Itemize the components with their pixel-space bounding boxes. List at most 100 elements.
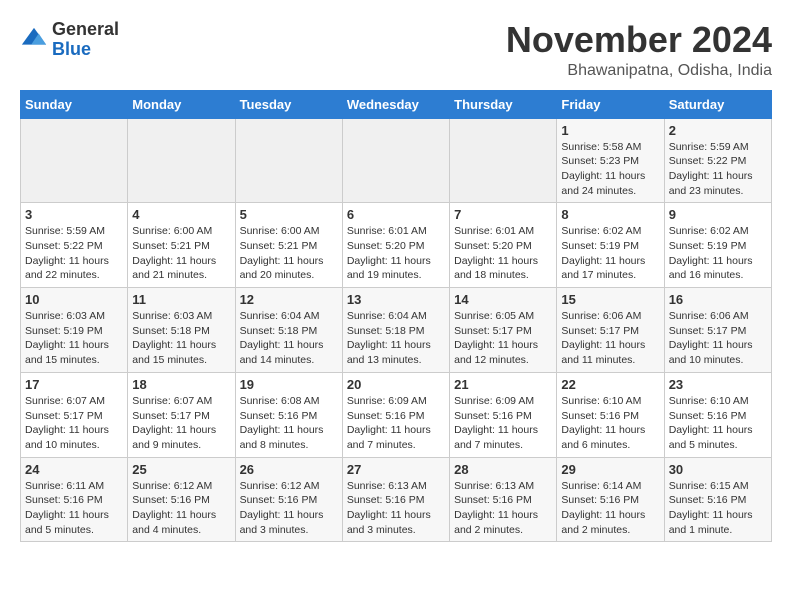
day-number: 15 <box>561 292 659 307</box>
day-number: 10 <box>25 292 123 307</box>
day-number: 11 <box>132 292 230 307</box>
day-number: 5 <box>240 207 338 222</box>
calendar-cell: 8 Sunrise: 6:02 AM Sunset: 5:19 PM Daylig… <box>557 203 664 288</box>
day-number: 30 <box>669 462 767 477</box>
day-number: 14 <box>454 292 552 307</box>
calendar-cell: 5 Sunrise: 6:00 AM Sunset: 5:21 PM Daylig… <box>235 203 342 288</box>
day-info: Sunrise: 5:59 AM Sunset: 5:22 PM Dayligh… <box>669 140 767 199</box>
page-header: General Blue November 2024 Bhawanipatna,… <box>20 20 772 80</box>
day-number: 4 <box>132 207 230 222</box>
day-info: Sunrise: 6:10 AM Sunset: 5:16 PM Dayligh… <box>561 394 659 453</box>
calendar-cell <box>128 118 235 203</box>
day-info: Sunrise: 6:04 AM Sunset: 5:18 PM Dayligh… <box>240 309 338 368</box>
day-info: Sunrise: 6:10 AM Sunset: 5:16 PM Dayligh… <box>669 394 767 453</box>
calendar-header-saturday: Saturday <box>664 90 771 118</box>
day-number: 29 <box>561 462 659 477</box>
day-number: 17 <box>25 377 123 392</box>
day-info: Sunrise: 6:00 AM Sunset: 5:21 PM Dayligh… <box>240 224 338 283</box>
day-number: 26 <box>240 462 338 477</box>
calendar-cell: 12 Sunrise: 6:04 AM Sunset: 5:18 PM Dayli… <box>235 288 342 373</box>
calendar-cell: 19Sunrise: 6:08 AM Sunset: 5:16 PM Dayli… <box>235 372 342 457</box>
day-info: Sunrise: 6:11 AM Sunset: 5:16 PM Dayligh… <box>25 479 123 538</box>
calendar-cell: 26 Sunrise: 6:12 AM Sunset: 5:16 PM Dayli… <box>235 457 342 542</box>
day-number: 13 <box>347 292 445 307</box>
calendar-cell: 13 Sunrise: 6:04 AM Sunset: 5:18 PM Dayli… <box>342 288 449 373</box>
day-info: Sunrise: 6:07 AM Sunset: 5:17 PM Dayligh… <box>132 394 230 453</box>
day-info: Sunrise: 6:12 AM Sunset: 5:16 PM Dayligh… <box>240 479 338 538</box>
day-number: 24 <box>25 462 123 477</box>
title-block: November 2024 Bhawanipatna, Odisha, Indi… <box>506 20 772 80</box>
day-info: Sunrise: 6:06 AM Sunset: 5:17 PM Dayligh… <box>561 309 659 368</box>
day-info: Sunrise: 6:09 AM Sunset: 5:16 PM Dayligh… <box>347 394 445 453</box>
day-info: Sunrise: 6:14 AM Sunset: 5:16 PM Dayligh… <box>561 479 659 538</box>
day-number: 6 <box>347 207 445 222</box>
calendar-cell: 6 Sunrise: 6:01 AM Sunset: 5:20 PM Daylig… <box>342 203 449 288</box>
calendar-header-row: SundayMondayTuesdayWednesdayThursdayFrid… <box>21 90 772 118</box>
day-info: Sunrise: 6:07 AM Sunset: 5:17 PM Dayligh… <box>25 394 123 453</box>
calendar-cell <box>450 118 557 203</box>
day-info: Sunrise: 6:01 AM Sunset: 5:20 PM Dayligh… <box>454 224 552 283</box>
calendar-cell: 14 Sunrise: 6:05 AM Sunset: 5:17 PM Dayli… <box>450 288 557 373</box>
calendar-week-4: 17 Sunrise: 6:07 AM Sunset: 5:17 PM Dayli… <box>21 372 772 457</box>
day-info: Sunrise: 6:15 AM Sunset: 5:16 PM Dayligh… <box>669 479 767 538</box>
day-number: 27 <box>347 462 445 477</box>
day-number: 22 <box>561 377 659 392</box>
calendar-cell: 25Sunrise: 6:12 AM Sunset: 5:16 PM Dayli… <box>128 457 235 542</box>
day-info: Sunrise: 6:01 AM Sunset: 5:20 PM Dayligh… <box>347 224 445 283</box>
month-title: November 2024 <box>506 20 772 60</box>
day-number: 21 <box>454 377 552 392</box>
calendar-cell <box>342 118 449 203</box>
day-number: 20 <box>347 377 445 392</box>
day-info: Sunrise: 6:13 AM Sunset: 5:16 PM Dayligh… <box>347 479 445 538</box>
day-number: 3 <box>25 207 123 222</box>
day-number: 18 <box>132 377 230 392</box>
calendar-cell: 10 Sunrise: 6:03 AM Sunset: 5:19 PM Dayli… <box>21 288 128 373</box>
day-info: Sunrise: 6:02 AM Sunset: 5:19 PM Dayligh… <box>669 224 767 283</box>
day-info: Sunrise: 6:09 AM Sunset: 5:16 PM Dayligh… <box>454 394 552 453</box>
day-info: Sunrise: 6:03 AM Sunset: 5:19 PM Dayligh… <box>25 309 123 368</box>
day-number: 23 <box>669 377 767 392</box>
calendar-cell: 4 Sunrise: 6:00 AM Sunset: 5:21 PM Daylig… <box>128 203 235 288</box>
day-number: 9 <box>669 207 767 222</box>
calendar-header-monday: Monday <box>128 90 235 118</box>
calendar-cell: 18 Sunrise: 6:07 AM Sunset: 5:17 PM Dayli… <box>128 372 235 457</box>
day-info: Sunrise: 6:00 AM Sunset: 5:21 PM Dayligh… <box>132 224 230 283</box>
day-info: Sunrise: 5:59 AM Sunset: 5:22 PM Dayligh… <box>25 224 123 283</box>
day-number: 12 <box>240 292 338 307</box>
calendar-cell: 9 Sunrise: 6:02 AM Sunset: 5:19 PM Daylig… <box>664 203 771 288</box>
calendar-cell: 1 Sunrise: 5:58 AM Sunset: 5:23 PM Daylig… <box>557 118 664 203</box>
calendar-cell: 24 Sunrise: 6:11 AM Sunset: 5:16 PM Dayli… <box>21 457 128 542</box>
calendar-cell: 2Sunrise: 5:59 AM Sunset: 5:22 PM Daylig… <box>664 118 771 203</box>
calendar-cell: 17 Sunrise: 6:07 AM Sunset: 5:17 PM Dayli… <box>21 372 128 457</box>
day-number: 8 <box>561 207 659 222</box>
day-info: Sunrise: 6:06 AM Sunset: 5:17 PM Dayligh… <box>669 309 767 368</box>
calendar-cell: 29 Sunrise: 6:14 AM Sunset: 5:16 PM Dayli… <box>557 457 664 542</box>
logo: General Blue <box>20 20 119 60</box>
location: Bhawanipatna, Odisha, India <box>506 62 772 80</box>
logo-icon <box>20 26 48 54</box>
calendar-week-3: 10 Sunrise: 6:03 AM Sunset: 5:19 PM Dayli… <box>21 288 772 373</box>
calendar-cell: 7Sunrise: 6:01 AM Sunset: 5:20 PM Daylig… <box>450 203 557 288</box>
calendar-cell: 15 Sunrise: 6:06 AM Sunset: 5:17 PM Dayli… <box>557 288 664 373</box>
logo-general: General <box>52 20 119 40</box>
calendar-cell: 28Sunrise: 6:13 AM Sunset: 5:16 PM Dayli… <box>450 457 557 542</box>
calendar-cell: 23 Sunrise: 6:10 AM Sunset: 5:16 PM Dayli… <box>664 372 771 457</box>
calendar-header-tuesday: Tuesday <box>235 90 342 118</box>
calendar-week-5: 24 Sunrise: 6:11 AM Sunset: 5:16 PM Dayli… <box>21 457 772 542</box>
calendar-cell <box>21 118 128 203</box>
day-number: 16 <box>669 292 767 307</box>
calendar-week-1: 1 Sunrise: 5:58 AM Sunset: 5:23 PM Daylig… <box>21 118 772 203</box>
calendar-cell: 27 Sunrise: 6:13 AM Sunset: 5:16 PM Dayli… <box>342 457 449 542</box>
calendar-cell: 20 Sunrise: 6:09 AM Sunset: 5:16 PM Dayli… <box>342 372 449 457</box>
calendar-cell: 21 Sunrise: 6:09 AM Sunset: 5:16 PM Dayli… <box>450 372 557 457</box>
calendar: SundayMondayTuesdayWednesdayThursdayFrid… <box>20 90 772 543</box>
day-number: 1 <box>561 123 659 138</box>
day-info: Sunrise: 6:05 AM Sunset: 5:17 PM Dayligh… <box>454 309 552 368</box>
day-number: 19 <box>240 377 338 392</box>
day-info: Sunrise: 6:03 AM Sunset: 5:18 PM Dayligh… <box>132 309 230 368</box>
day-info: Sunrise: 6:02 AM Sunset: 5:19 PM Dayligh… <box>561 224 659 283</box>
calendar-header-thursday: Thursday <box>450 90 557 118</box>
day-info: Sunrise: 6:04 AM Sunset: 5:18 PM Dayligh… <box>347 309 445 368</box>
day-info: Sunrise: 5:58 AM Sunset: 5:23 PM Dayligh… <box>561 140 659 199</box>
day-info: Sunrise: 6:13 AM Sunset: 5:16 PM Dayligh… <box>454 479 552 538</box>
